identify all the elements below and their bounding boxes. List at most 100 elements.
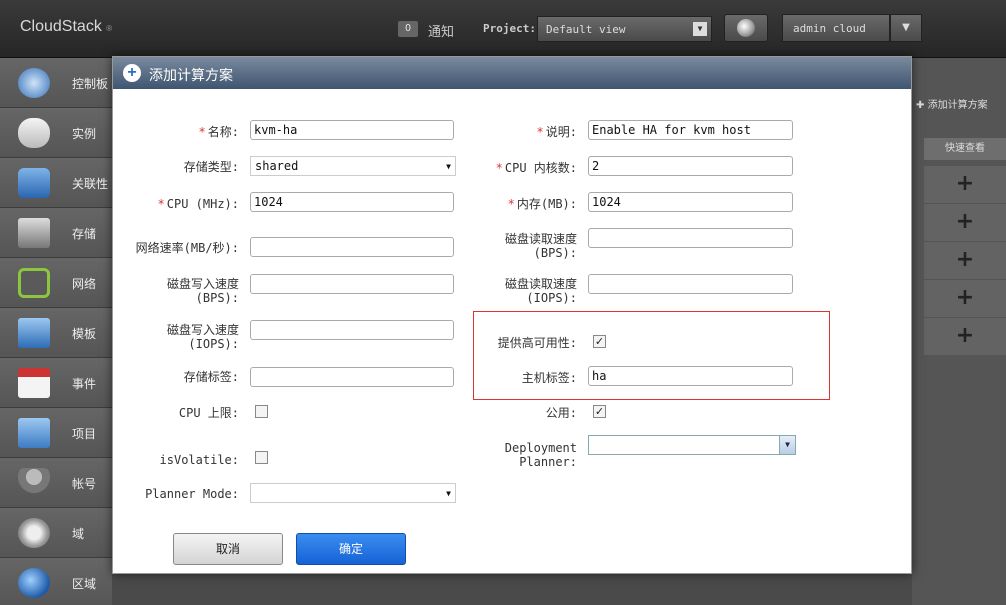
- sidebar: 控制板 实例 关联性 存储 网络 模板 事件 项目 帐号 域 区域: [0, 58, 112, 605]
- deployment-planner-select[interactable]: ▼: [588, 435, 796, 455]
- network-rate-input[interactable]: [250, 237, 454, 257]
- name-input[interactable]: kvm-ha: [250, 120, 454, 140]
- dialog-title: 添加计算方案: [149, 68, 233, 84]
- disk-read-iops-label: 磁盘读取速度 (IOPS):: [504, 277, 577, 305]
- planner-mode-label: Planner Mode:: [145, 487, 239, 501]
- affinity-icon: [18, 168, 50, 198]
- name-label: * 名称:: [198, 125, 239, 139]
- chevron-down-icon: ▼: [446, 162, 451, 171]
- cpu-cap-checkbox[interactable]: [255, 405, 268, 418]
- checkmark-icon: ✓: [594, 405, 605, 418]
- cpu-cap-label: CPU 上限:: [178, 406, 239, 420]
- globe-icon: [18, 568, 50, 598]
- cpu-cores-input[interactable]: 2: [588, 156, 793, 176]
- chevron-down-icon: ▼: [902, 22, 910, 33]
- sidebar-item-label: 模板: [72, 327, 97, 341]
- description-label: * 说明:: [536, 125, 577, 139]
- host-tags-input[interactable]: ha: [588, 366, 793, 386]
- sidebar-item-label: 域: [72, 527, 85, 541]
- top-bar: CloudStack ® 0 通知 Project: Default view …: [0, 0, 1006, 58]
- dashboard-icon: [18, 68, 50, 98]
- ok-button[interactable]: 确定: [296, 533, 406, 565]
- sidebar-item-storage[interactable]: 存储: [0, 208, 112, 258]
- sidebar-item-templates[interactable]: 模板: [0, 308, 112, 358]
- public-label: 公用:: [545, 406, 577, 420]
- sidebar-item-affinity[interactable]: 关联性: [0, 158, 112, 208]
- sidebar-item-label: 事件: [72, 377, 97, 391]
- language-button[interactable]: [724, 14, 768, 42]
- cancel-button[interactable]: 取消: [173, 533, 283, 565]
- disk-write-bps-input[interactable]: [250, 274, 454, 294]
- add-compute-offering-dialog: + 添加计算方案 * 名称: kvm-ha 存储类型: shared ▼ * CPU …: [112, 56, 912, 574]
- disk-write-iops-input[interactable]: [250, 320, 454, 340]
- quick-view-button[interactable]: +: [924, 241, 1006, 279]
- globe-icon: [737, 19, 755, 37]
- network-icon: [18, 268, 50, 298]
- disk-read-bps-label: 磁盘读取速度 (BPS):: [504, 232, 577, 260]
- disk-read-bps-input[interactable]: [588, 228, 793, 248]
- is-volatile-label: isVolatile:: [159, 453, 239, 467]
- offer-ha-checkbox[interactable]: ✓: [593, 335, 606, 348]
- sidebar-item-events[interactable]: 事件: [0, 358, 112, 408]
- public-checkbox[interactable]: ✓: [593, 405, 606, 418]
- sidebar-item-instances[interactable]: 实例: [0, 108, 112, 158]
- chevron-down-icon: ▼: [779, 436, 795, 454]
- storage-tags-input[interactable]: [250, 367, 454, 387]
- sidebar-item-label: 存储: [72, 227, 97, 241]
- sidebar-item-dashboard[interactable]: 控制板: [0, 58, 112, 108]
- calendar-icon: [18, 368, 50, 398]
- sidebar-item-zones[interactable]: 区域: [0, 558, 112, 605]
- add-offering-button[interactable]: ✚ 添加计算方案: [912, 92, 1006, 114]
- user-menu-button[interactable]: admin cloud: [782, 14, 890, 42]
- sidebar-item-accounts[interactable]: 帐号: [0, 458, 112, 508]
- description-input[interactable]: Enable HA for kvm host: [588, 120, 793, 140]
- offer-ha-label: 提供高可用性:: [497, 336, 577, 350]
- quick-view-button[interactable]: +: [924, 203, 1006, 241]
- sidebar-item-domains[interactable]: 域: [0, 508, 112, 558]
- sidebar-item-label: 帐号: [72, 477, 97, 491]
- sidebar-item-label: 控制板: [72, 77, 109, 91]
- template-icon: [18, 318, 50, 348]
- cpu-cores-label: * CPU 内核数:: [495, 161, 577, 175]
- planner-mode-select[interactable]: ▼: [250, 483, 456, 503]
- project-label: Project:: [483, 22, 536, 35]
- dialog-header: + 添加计算方案: [113, 57, 911, 89]
- folder-icon: [18, 418, 50, 448]
- cpu-mhz-input[interactable]: 1024: [250, 192, 454, 212]
- quick-view-button[interactable]: +: [924, 317, 1006, 355]
- cloud-icon: [18, 118, 50, 148]
- storage-icon: [18, 218, 50, 248]
- sidebar-item-label: 区域: [72, 577, 97, 591]
- checkmark-icon: ✓: [594, 335, 605, 348]
- chevron-down-icon: ▼: [446, 489, 451, 498]
- domain-icon: [18, 518, 50, 548]
- plus-icon: ✚: [916, 100, 925, 111]
- notification-count-badge[interactable]: 0: [398, 21, 418, 37]
- memory-input[interactable]: 1024: [588, 192, 793, 212]
- deployment-planner-label: Deployment Planner:: [504, 441, 577, 469]
- quick-view-header: 快速查看: [924, 138, 1006, 160]
- sidebar-item-label: 关联性: [72, 177, 109, 191]
- memory-label: * 内存(MB):: [507, 197, 577, 211]
- host-tags-label: 主机标签:: [521, 371, 577, 385]
- plus-circle-icon: +: [123, 64, 141, 82]
- quick-view-button[interactable]: +: [924, 279, 1006, 317]
- sidebar-item-projects[interactable]: 项目: [0, 408, 112, 458]
- sidebar-item-label: 项目: [72, 427, 97, 441]
- app-logo: CloudStack ®: [20, 18, 113, 35]
- storage-type-select[interactable]: shared ▼: [250, 156, 456, 176]
- disk-read-iops-input[interactable]: [588, 274, 793, 294]
- user-menu-dropdown[interactable]: ▼: [890, 14, 922, 42]
- storage-type-label: 存储类型:: [183, 160, 239, 174]
- notifications-link[interactable]: 通知: [428, 21, 454, 40]
- storage-tags-label: 存储标签:: [183, 370, 239, 384]
- disk-write-iops-label: 磁盘写入速度 (IOPS):: [166, 323, 239, 351]
- ha-highlight-box: [473, 311, 830, 400]
- is-volatile-checkbox[interactable]: [255, 451, 268, 464]
- disk-write-bps-label: 磁盘写入速度 (BPS):: [166, 277, 239, 305]
- network-rate-label: 网络速率(MB/秒):: [135, 241, 239, 255]
- sidebar-item-network[interactable]: 网络: [0, 258, 112, 308]
- chevron-down-icon: ▼: [693, 22, 707, 36]
- quick-view-button[interactable]: +: [924, 165, 1006, 203]
- project-select[interactable]: Default view ▼: [537, 16, 712, 42]
